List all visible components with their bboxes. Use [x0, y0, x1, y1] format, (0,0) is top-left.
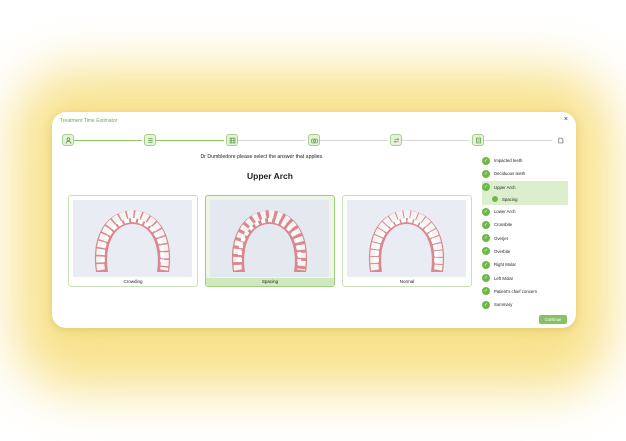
document-step-icon[interactable]: [472, 134, 484, 146]
step-connector: [74, 140, 142, 141]
treatment-estimator-modal: Treatment Time Estimator × Dr Dumbledore…: [52, 112, 576, 328]
check-icon: ✓: [482, 207, 490, 216]
question-checklist: ✓ Impacted teeth ✓ Deciduous teeth ✓ Upp…: [482, 154, 568, 311]
check-icon: ✓: [482, 247, 490, 256]
swap-step-icon[interactable]: [390, 134, 402, 146]
option-label: Spacing: [261, 279, 279, 284]
sidebar-item-impacted-teeth[interactable]: ✓ Impacted teeth: [482, 154, 568, 167]
sidebar-item-overjet[interactable]: ✓ Overjet: [482, 231, 568, 244]
step-connector: [156, 140, 224, 141]
check-icon: ✓: [482, 169, 490, 178]
arch-title: Upper Arch: [247, 171, 293, 181]
modal-title: Treatment Time Estimator: [60, 118, 118, 124]
step-connector: [238, 140, 306, 141]
check-icon: ✓: [482, 183, 490, 192]
option-card-spacing[interactable]: Spacing: [205, 195, 335, 287]
upper-arch-normal-image: [347, 200, 466, 277]
sidebar-item-chief-concern[interactable]: ✓ Patient's chief concern: [482, 285, 568, 298]
question-prompt: Dr Dumbledore please select the answer t…: [200, 154, 324, 160]
upper-arch-spacing-image: [210, 200, 329, 277]
close-button[interactable]: ×: [564, 116, 568, 123]
continue-button[interactable]: Continue: [539, 315, 567, 324]
option-label: Crowding: [123, 279, 143, 284]
report-step-icon[interactable]: [554, 134, 566, 146]
list-step-icon[interactable]: [144, 134, 156, 146]
camera-step-icon[interactable]: [308, 134, 320, 146]
check-icon: ✓: [482, 287, 490, 296]
progress-stepper: [60, 134, 568, 148]
sidebar-item-deciduous-teeth[interactable]: ✓ Deciduous teeth: [482, 167, 568, 180]
sidebar-item-right-molar[interactable]: ✓ Right Molar: [482, 258, 568, 271]
check-icon: ✓: [482, 234, 490, 243]
check-icon: ✓: [482, 300, 490, 309]
check-icon: ✓: [482, 220, 490, 229]
sidebar-subitem-spacing[interactable]: Spacing: [482, 193, 568, 205]
check-icon: ✓: [482, 156, 490, 165]
step-connector: [484, 140, 552, 141]
selected-dot-icon: [492, 196, 498, 203]
upper-arch-crowding-image: [73, 200, 192, 277]
sidebar-item-upper-arch[interactable]: ✓ Upper Arch: [482, 180, 568, 194]
sidebar-item-crossbite[interactable]: ✓ Crossbite: [482, 218, 568, 231]
sidebar-item-lower-arch[interactable]: ✓ Lower Arch: [482, 205, 568, 218]
sidebar-item-overbite[interactable]: ✓ Overbite: [482, 245, 568, 258]
step-connector: [320, 140, 388, 141]
patient-step-icon[interactable]: [62, 134, 74, 146]
sidebar-item-left-molar[interactable]: ✓ Left Molar: [482, 271, 568, 284]
sidebar-item-summary[interactable]: ✓ Summary: [482, 298, 568, 311]
option-card-crowding[interactable]: Crowding: [68, 195, 198, 287]
step-connector: [402, 140, 470, 141]
check-icon: ✓: [482, 274, 490, 283]
check-icon: ✓: [482, 260, 490, 269]
option-card-normal[interactable]: Normal: [342, 195, 472, 287]
teeth-step-icon[interactable]: [226, 134, 238, 146]
option-label: Normal: [399, 279, 415, 284]
